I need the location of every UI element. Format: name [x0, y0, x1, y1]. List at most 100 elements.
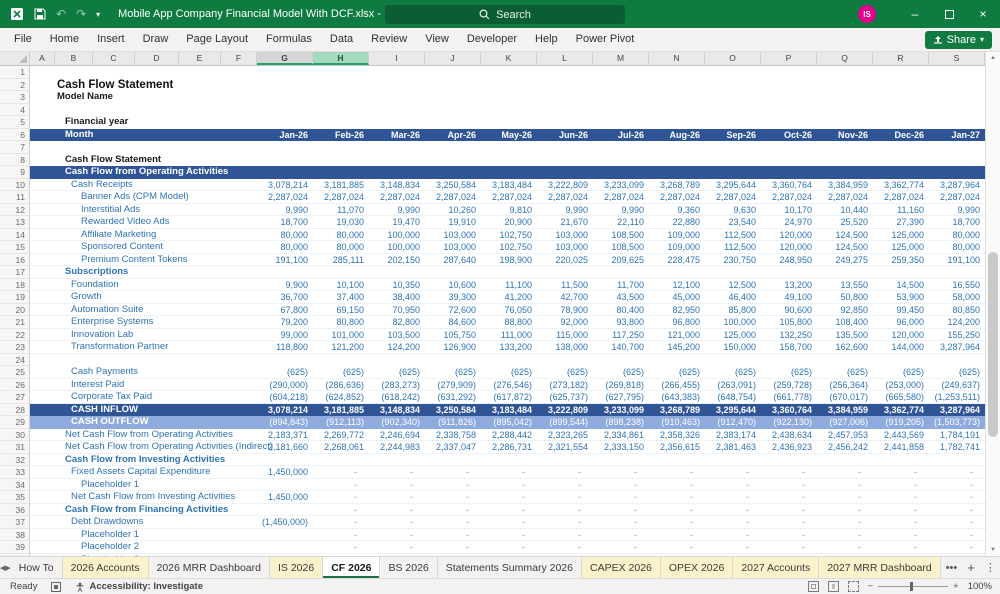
row-number-33[interactable]: 33 [0, 466, 30, 479]
cell[interactable] [705, 91, 761, 104]
cell[interactable] [313, 116, 369, 129]
cell[interactable]: 76,050 [481, 304, 537, 316]
cell[interactable]: 11,070 [313, 204, 369, 216]
cell[interactable]: 70,950 [369, 304, 425, 316]
cell[interactable]: 3,268,789 [649, 404, 705, 417]
cell[interactable] [761, 166, 817, 179]
cell[interactable]: 43,500 [593, 291, 649, 303]
cell[interactable] [537, 166, 593, 179]
cell[interactable] [313, 454, 369, 466]
cell[interactable]: 102,750 [481, 241, 537, 253]
cell[interactable] [873, 116, 929, 129]
cell[interactable] [761, 104, 817, 117]
cell[interactable] [257, 104, 313, 117]
cell[interactable]: 109,000 [649, 229, 705, 241]
cell[interactable] [593, 141, 649, 154]
cell[interactable]: 3,233,099 [593, 404, 649, 417]
cell[interactable]: 2,286,731 [481, 441, 537, 453]
cell[interactable]: 10,350 [369, 279, 425, 291]
cell[interactable]: 84,600 [425, 316, 481, 328]
cell[interactable] [369, 91, 425, 104]
cell[interactable]: 2,287,024 [257, 191, 313, 203]
cell[interactable]: 45,000 [649, 291, 705, 303]
row-number-21[interactable]: 21 [0, 316, 30, 329]
more-sheets-button[interactable]: ••• [941, 557, 963, 578]
cell[interactable] [761, 66, 817, 79]
cell[interactable] [537, 154, 593, 167]
cell[interactable] [481, 141, 537, 154]
cell[interactable]: 3,078,214 [257, 179, 313, 191]
cell[interactable]: 124,500 [817, 241, 873, 253]
cell[interactable]: Jun-26 [537, 129, 593, 142]
column-header-I[interactable]: I [369, 52, 425, 65]
share-button[interactable]: Share ▾ [924, 30, 992, 49]
cell[interactable]: 3,148,834 [369, 179, 425, 191]
cell[interactable] [369, 266, 425, 278]
cell[interactable]: 3,181,885 [313, 404, 369, 417]
cell[interactable]: - [425, 541, 481, 553]
column-header-P[interactable]: P [761, 52, 817, 65]
cell[interactable]: 2,356,615 [649, 441, 705, 453]
sheet-tab-is-2026[interactable]: IS 2026 [269, 557, 324, 578]
cell[interactable]: - [873, 516, 929, 528]
cell[interactable] [817, 141, 873, 154]
cell[interactable] [481, 166, 537, 179]
cell[interactable]: 3,287,964 [929, 341, 985, 353]
cell[interactable]: - [705, 516, 761, 528]
cell[interactable]: - [481, 541, 537, 553]
cell[interactable]: (670,017) [817, 391, 873, 403]
cell[interactable]: 144,000 [873, 341, 929, 353]
cell[interactable]: 2,323,265 [537, 429, 593, 441]
cell[interactable]: 124,200 [369, 341, 425, 353]
cell[interactable]: 101,000 [313, 329, 369, 341]
cell[interactable]: 228,475 [649, 254, 705, 266]
cell[interactable]: 80,000 [313, 229, 369, 241]
cell[interactable] [649, 116, 705, 129]
cell[interactable]: 2,268,061 [313, 441, 369, 453]
cell[interactable]: 42,700 [537, 291, 593, 303]
cell[interactable]: 37,400 [313, 291, 369, 303]
cell[interactable]: 9,990 [537, 204, 593, 216]
cell[interactable]: - [873, 466, 929, 478]
cell[interactable]: - [481, 504, 537, 516]
cell[interactable]: 21,670 [537, 216, 593, 228]
ribbon-tab-file[interactable]: File [0, 28, 41, 51]
cell[interactable]: 191,100 [257, 254, 313, 266]
cell[interactable]: 120,000 [873, 329, 929, 341]
cell[interactable]: 1,782,741 [929, 441, 985, 453]
cell[interactable] [593, 91, 649, 104]
row-label[interactable]: Fixed Assets Capital Expenditure [30, 466, 257, 478]
cell[interactable] [817, 454, 873, 466]
cell[interactable] [705, 454, 761, 466]
cell[interactable]: (253,000) [873, 379, 929, 391]
cell[interactable]: 3,360,764 [761, 404, 817, 417]
cell[interactable]: 285,111 [313, 254, 369, 266]
cell[interactable]: - [481, 466, 537, 478]
cell[interactable] [425, 104, 481, 117]
column-header-A[interactable]: A [30, 52, 55, 65]
cell[interactable] [257, 454, 313, 466]
cell[interactable] [929, 266, 985, 278]
cell[interactable] [481, 116, 537, 129]
column-header-M[interactable]: M [593, 52, 649, 65]
row-number-13[interactable]: 13 [0, 216, 30, 229]
row-number-28[interactable]: 28 [0, 403, 30, 416]
cell[interactable]: (927,006) [817, 416, 873, 429]
zoom-level[interactable]: 100% [968, 581, 992, 592]
cell[interactable]: 50,800 [817, 291, 873, 303]
row-number-6[interactable]: 6 [0, 128, 30, 141]
cell[interactable]: 118,800 [257, 341, 313, 353]
cell[interactable]: 2,443,569 [873, 429, 929, 441]
page-break-view-icon[interactable] [847, 581, 859, 592]
cell[interactable]: (259,728) [761, 379, 817, 391]
row-label[interactable]: Month [30, 129, 257, 142]
cell[interactable]: (617,872) [481, 391, 537, 403]
cell[interactable]: 3,183,484 [481, 179, 537, 191]
excel-app-icon[interactable] [10, 7, 24, 21]
cell[interactable] [593, 116, 649, 129]
cell[interactable]: 3,360,764 [761, 179, 817, 191]
row-label[interactable] [30, 141, 257, 154]
row-number-32[interactable]: 32 [0, 453, 30, 466]
cell[interactable]: (286,636) [313, 379, 369, 391]
column-header-F[interactable]: F [221, 52, 257, 65]
